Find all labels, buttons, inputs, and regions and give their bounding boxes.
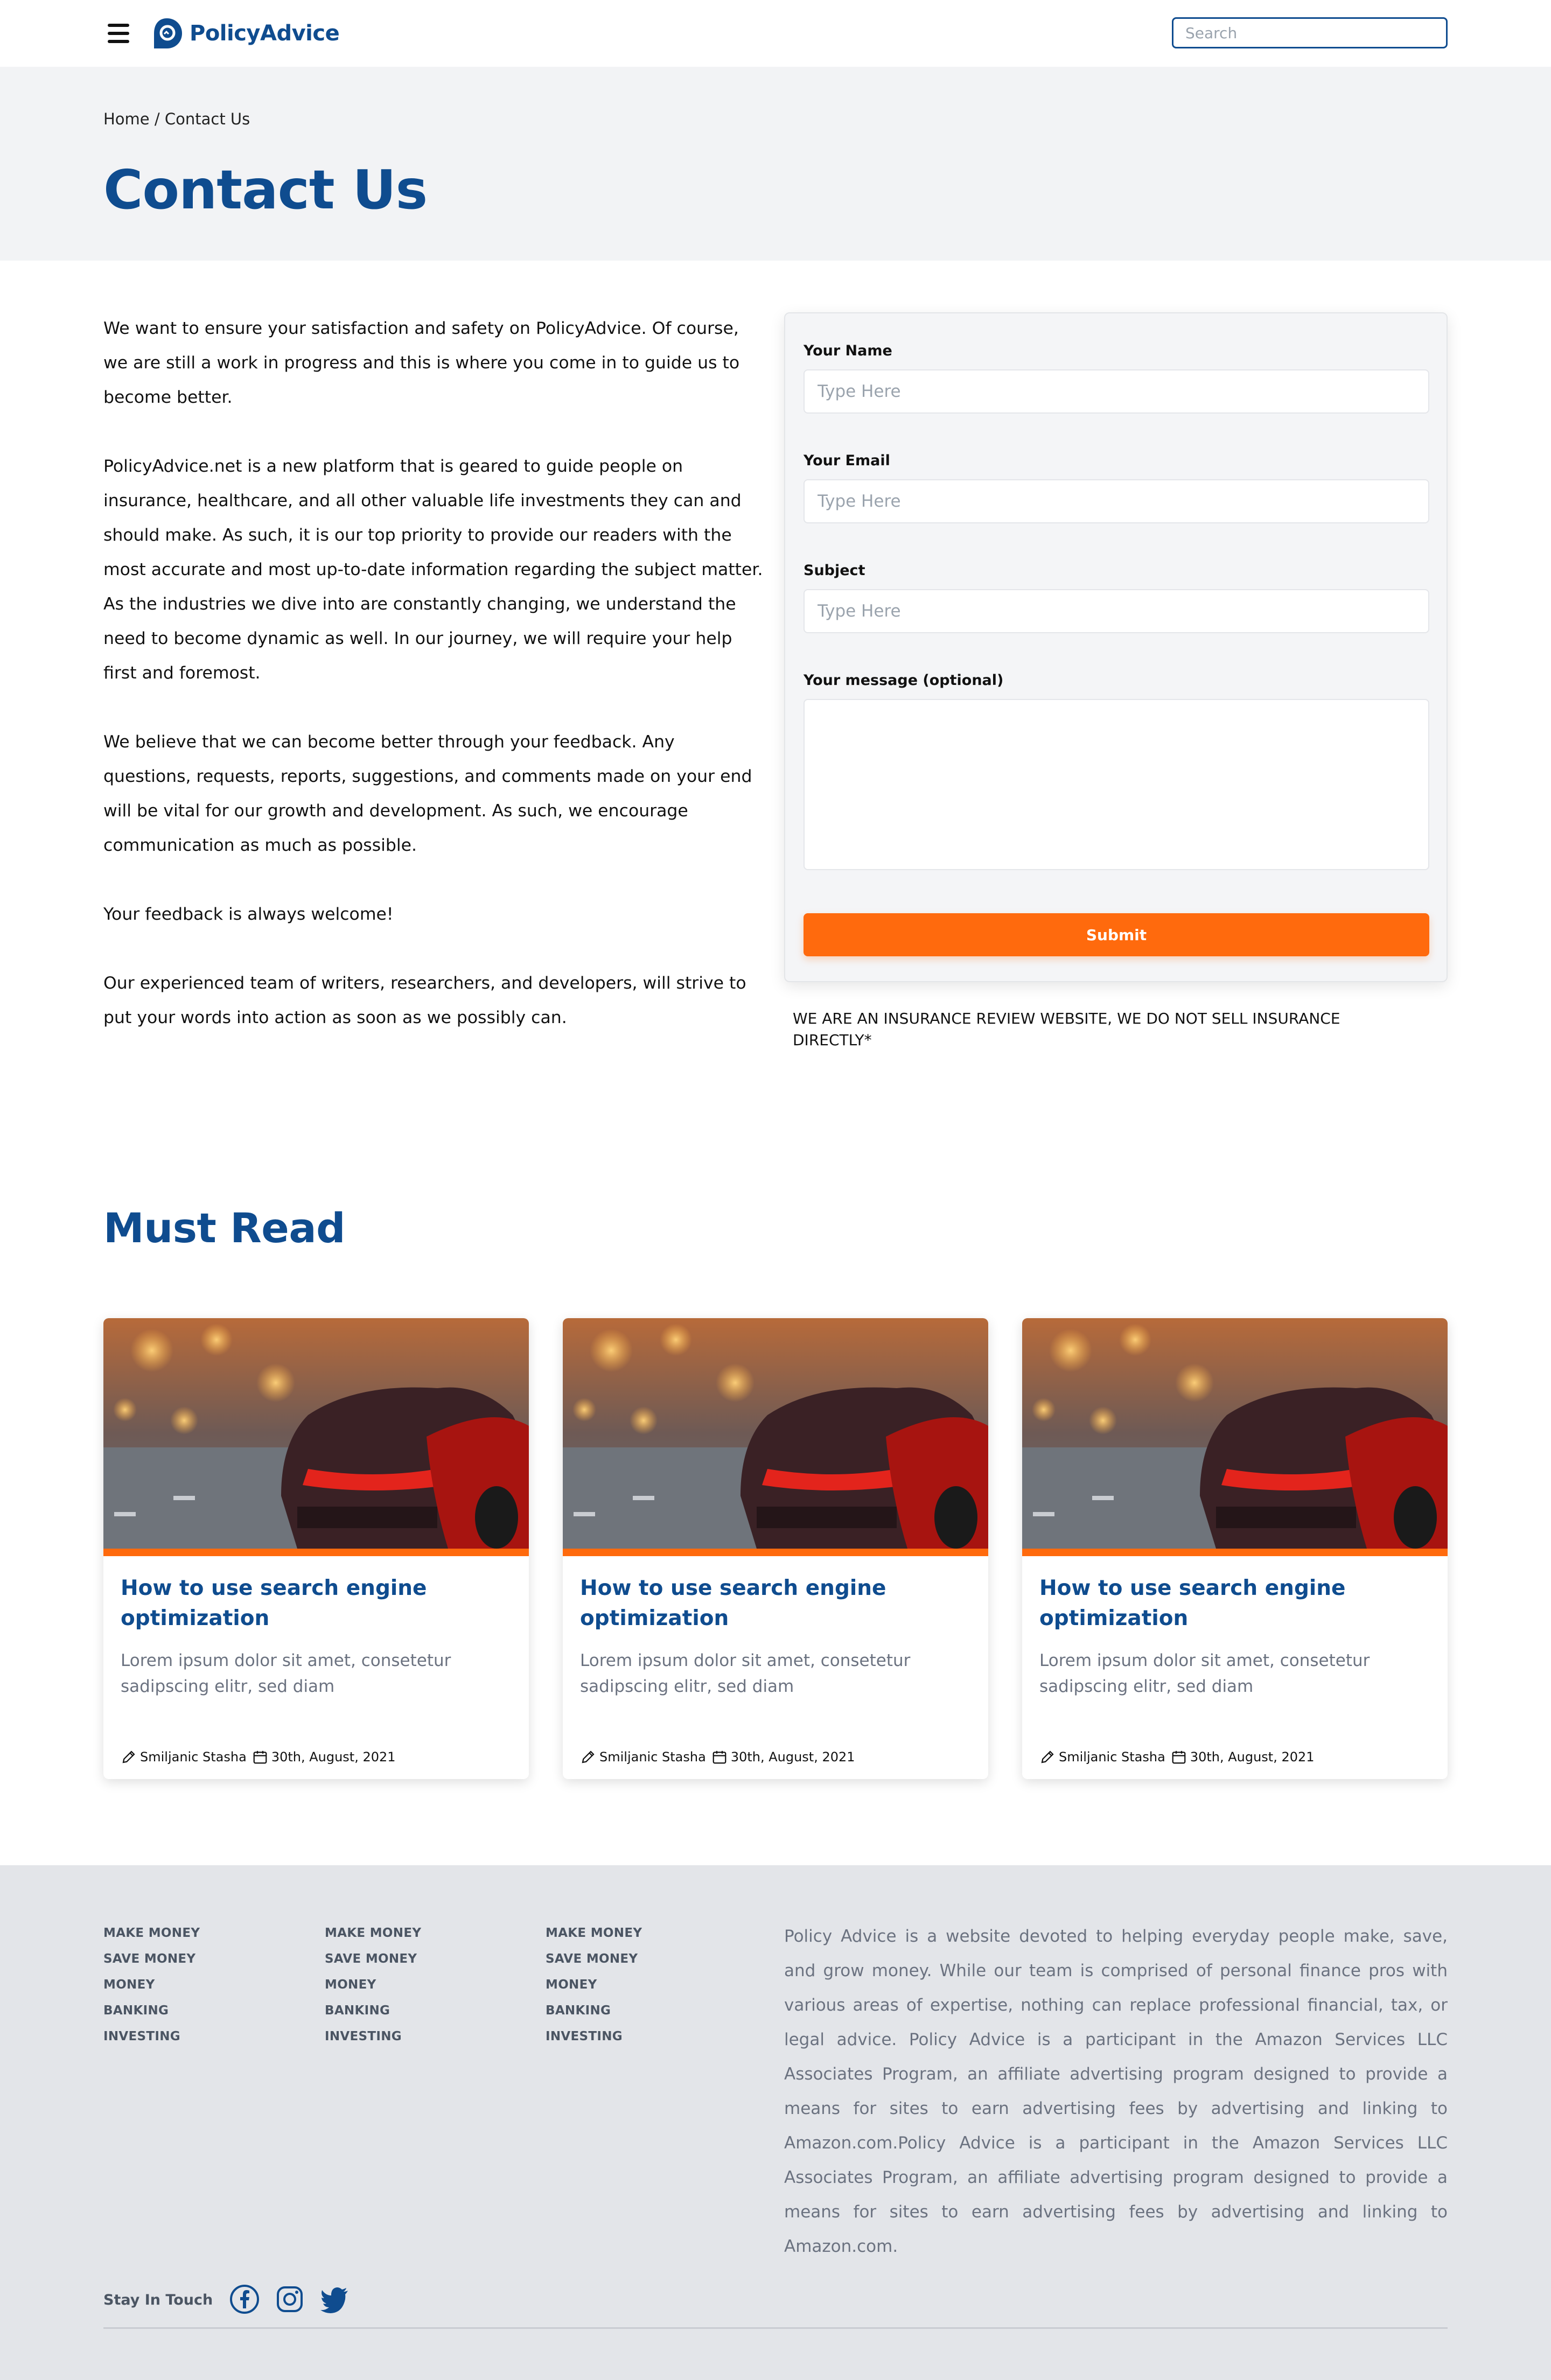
article-title[interactable]: How to use search engine optimization	[121, 1573, 508, 1634]
search-input[interactable]	[1172, 17, 1448, 48]
article-date: 30th, August, 2021	[271, 1749, 396, 1765]
footer-link-investing[interactable]: INVESTING	[546, 2024, 642, 2049]
article-title[interactable]: How to use search engine optimization	[580, 1573, 968, 1634]
footer-link-investing[interactable]: INVESTING	[103, 2024, 200, 2049]
article-author: Smiljanic Stasha	[599, 1749, 706, 1765]
footer-link-column: MAKE MONEY SAVE MONEY MONEY BANKING INVE…	[325, 1920, 421, 2049]
intro-text: We want to ensure your satisfaction and …	[103, 311, 766, 1069]
stay-in-touch-label: Stay In Touch	[103, 2292, 213, 2308]
subject-field[interactable]	[804, 589, 1429, 633]
article-excerpt: Lorem ipsum dolor sit amet, consetetur s…	[121, 1651, 451, 1696]
article-card[interactable]: How to use search engine optimization Lo…	[103, 1318, 529, 1779]
intro-paragraph: We want to ensure your satisfaction and …	[103, 319, 740, 407]
page-title: Contact Us	[103, 158, 428, 221]
footer-link-make-money[interactable]: MAKE MONEY	[546, 1920, 642, 1946]
card-accent-bar	[103, 1549, 529, 1556]
name-field[interactable]	[804, 369, 1429, 414]
footer-link-make-money[interactable]: MAKE MONEY	[103, 1920, 200, 1946]
pencil-icon	[1041, 1751, 1054, 1763]
insurance-disclaimer: WE ARE AN INSURANCE REVIEW WEBSITE, WE D…	[793, 1010, 1340, 1049]
must-read-title: Must Read	[103, 1204, 346, 1252]
article-image[interactable]	[103, 1318, 529, 1556]
site-footer: MAKE MONEY SAVE MONEY MONEY BANKING INVE…	[0, 1865, 1551, 2380]
pencil-icon	[582, 1751, 595, 1763]
page-hero: Home / Contact Us Contact Us	[0, 67, 1551, 261]
footer-link-money[interactable]: MONEY	[325, 1972, 421, 1998]
intro-paragraph: We believe that we can become better thr…	[103, 732, 752, 855]
article-date: 30th, August, 2021	[1190, 1749, 1315, 1765]
card-accent-bar	[563, 1549, 988, 1556]
article-meta: Smiljanic Stasha 30th, August, 2021	[580, 1749, 855, 1765]
footer-link-save-money[interactable]: SAVE MONEY	[103, 1946, 200, 1972]
intro-paragraph: Your feedback is always welcome!	[103, 905, 394, 924]
intro-paragraph: PolicyAdvice.net is a new platform that …	[103, 457, 763, 683]
instagram-icon[interactable]	[274, 2283, 306, 2315]
calendar-icon	[712, 1751, 726, 1764]
footer-link-save-money[interactable]: SAVE MONEY	[325, 1946, 421, 1972]
name-label: Your Name	[804, 342, 892, 359]
footer-link-make-money[interactable]: MAKE MONEY	[325, 1920, 421, 1946]
pencil-icon	[122, 1751, 135, 1763]
footer-link-money[interactable]: MONEY	[546, 1972, 642, 1998]
article-meta: Smiljanic Stasha 30th, August, 2021	[121, 1749, 396, 1765]
article-author: Smiljanic Stasha	[1059, 1749, 1165, 1765]
logo-icon	[154, 18, 182, 48]
footer-link-banking[interactable]: BANKING	[325, 1998, 421, 2024]
article-image[interactable]	[1022, 1318, 1448, 1556]
subject-label: Subject	[804, 562, 865, 579]
article-card[interactable]: How to use search engine optimization Lo…	[1022, 1318, 1448, 1779]
message-label: Your message (optional)	[804, 672, 1004, 689]
breadcrumb: Home / Contact Us	[103, 110, 250, 128]
breadcrumb-home-link[interactable]: Home	[103, 110, 150, 128]
footer-link-column: MAKE MONEY SAVE MONEY MONEY BANKING INVE…	[103, 1920, 200, 2049]
article-date: 30th, August, 2021	[730, 1749, 855, 1765]
footer-link-save-money[interactable]: SAVE MONEY	[546, 1946, 642, 1972]
footer-link-banking[interactable]: BANKING	[546, 1998, 642, 2024]
card-accent-bar	[1022, 1549, 1448, 1556]
footer-link-banking[interactable]: BANKING	[103, 1998, 200, 2024]
article-author: Smiljanic Stasha	[140, 1749, 247, 1765]
message-field[interactable]	[804, 699, 1429, 870]
facebook-icon[interactable]	[228, 2283, 261, 2315]
footer-link-column: MAKE MONEY SAVE MONEY MONEY BANKING INVE…	[546, 1920, 642, 2049]
article-excerpt: Lorem ipsum dolor sit amet, consetetur s…	[580, 1651, 911, 1696]
submit-button[interactable]: Submit	[804, 913, 1429, 956]
menu-icon[interactable]	[108, 24, 129, 43]
article-excerpt: Lorem ipsum dolor sit amet, consetetur s…	[1039, 1651, 1370, 1696]
article-title[interactable]: How to use search engine optimization	[1039, 1573, 1427, 1634]
contact-form: Your Name Your Email Subject Your messag…	[784, 312, 1448, 982]
article-meta: Smiljanic Stasha 30th, August, 2021	[1039, 1749, 1315, 1765]
footer-link-money[interactable]: MONEY	[103, 1972, 200, 1998]
breadcrumb-separator: /	[149, 110, 165, 128]
calendar-icon	[253, 1751, 267, 1764]
footer-about-text: Policy Advice is a website devoted to he…	[784, 1927, 1448, 2256]
footer-link-investing[interactable]: INVESTING	[325, 2024, 421, 2049]
footer-divider	[103, 2327, 1448, 2329]
breadcrumb-current: Contact Us	[164, 110, 250, 128]
calendar-icon	[1172, 1751, 1186, 1764]
article-card[interactable]: How to use search engine optimization Lo…	[563, 1318, 988, 1779]
brand-name: PolicyAdvice	[190, 21, 340, 46]
email-label: Your Email	[804, 452, 890, 469]
article-image[interactable]	[563, 1318, 988, 1556]
site-header: PolicyAdvice	[0, 0, 1551, 67]
twitter-icon[interactable]	[319, 2283, 351, 2315]
email-field[interactable]	[804, 479, 1429, 523]
brand-logo[interactable]: PolicyAdvice	[150, 16, 340, 51]
intro-paragraph: Our experienced team of writers, researc…	[103, 974, 746, 1027]
